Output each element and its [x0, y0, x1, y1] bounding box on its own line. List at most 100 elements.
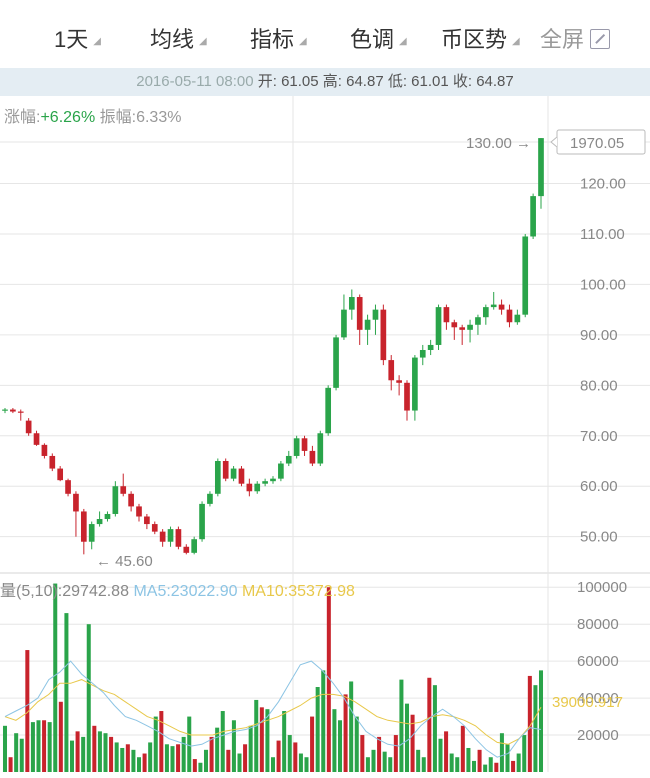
volume-bar — [282, 711, 287, 772]
candle-body — [514, 314, 521, 323]
volume-bar — [399, 679, 404, 772]
candle-body — [404, 382, 410, 411]
volume-bar — [159, 711, 164, 772]
volume-bar — [192, 759, 197, 772]
candle-body — [167, 529, 174, 542]
candle-body — [73, 493, 79, 512]
candle-body — [317, 433, 324, 464]
candle-body — [372, 309, 379, 320]
volume-bar — [371, 749, 376, 772]
volume-bar — [248, 725, 253, 772]
volume-bar — [81, 736, 86, 772]
candle-body — [341, 309, 347, 338]
price-tick-label: 70.00 — [580, 428, 618, 445]
price-tick-label: 120.00 — [580, 176, 626, 193]
kline-chart[interactable]: 50.00 60.00 70.00 80.00 90.00 100.00 110.00 120… — [0, 0, 650, 778]
volume-bar — [483, 764, 488, 772]
volume-bar — [365, 757, 370, 772]
volume-bar — [8, 757, 13, 772]
candle-body — [17, 411, 24, 413]
candle-body — [191, 539, 198, 553]
candle-body — [459, 327, 466, 330]
candle-body — [325, 387, 332, 434]
volume-bar — [321, 670, 326, 772]
candle-body — [80, 511, 87, 542]
volume-tick-label: 80000 — [577, 616, 619, 633]
volume-bar — [131, 749, 136, 772]
volume-current-label: 39000.917 — [552, 694, 623, 711]
volume-legend: 量(5,10):29742.88 MA5:23022.90 MA10:35372… — [0, 577, 355, 601]
candle-body — [120, 486, 127, 494]
candle-body — [530, 196, 536, 237]
volume-bar — [315, 687, 320, 772]
volume-bar — [243, 744, 248, 772]
volume-bar — [388, 757, 393, 772]
candle-body — [482, 307, 489, 318]
candle-body — [214, 461, 221, 494]
volume-bar — [449, 753, 454, 772]
candle-body — [270, 478, 276, 482]
volume-bar — [47, 722, 52, 772]
volume-bar — [187, 716, 192, 772]
volume-bar — [92, 725, 97, 772]
candle-body — [25, 420, 32, 434]
candle-body — [49, 455, 56, 469]
price-tick-label: 110.00 — [580, 226, 625, 243]
volume-bar — [30, 722, 35, 772]
volume-bar — [226, 749, 231, 772]
volume-bar — [103, 733, 108, 772]
candle-body — [262, 481, 268, 484]
candle-body — [238, 468, 245, 484]
candle-body — [285, 455, 292, 464]
high-box-pointer — [550, 136, 558, 148]
candles — [2, 138, 544, 555]
price-tick-label: 50.00 — [580, 529, 618, 546]
volume-legend-ma5: MA5:23022.90 — [133, 583, 238, 600]
volume-bar — [120, 747, 125, 772]
volume-bar — [198, 762, 203, 772]
candle-body — [88, 524, 95, 542]
volume-bar — [254, 699, 259, 772]
volume-bar — [488, 757, 493, 772]
candle-body — [65, 480, 71, 494]
candle-body — [490, 304, 497, 308]
candle-body — [498, 304, 505, 310]
volume-bar — [2, 725, 8, 772]
volume-tick-label: 20000 — [577, 727, 619, 744]
volume-bar — [53, 583, 58, 772]
volume-bar — [109, 736, 114, 772]
volume-bar — [332, 709, 337, 772]
volume-bar — [181, 736, 186, 772]
volume-bar — [382, 751, 387, 772]
volume-bar — [125, 744, 130, 772]
candle-body — [427, 344, 434, 350]
volume-bar — [86, 624, 91, 772]
volume-bar — [404, 703, 410, 772]
volume-bar — [444, 731, 449, 772]
candle-body — [522, 236, 529, 315]
volume-bar — [58, 701, 63, 772]
volume-bar — [64, 613, 69, 772]
price-tick-label: 100.00 — [580, 276, 626, 293]
volume-bar — [276, 740, 281, 772]
volume-bar — [377, 736, 382, 772]
volume-bar — [19, 738, 24, 772]
volume-bar — [393, 735, 398, 772]
candle-body — [309, 450, 316, 464]
volume-bar — [538, 670, 544, 772]
candle-body — [419, 350, 426, 358]
volume-bar — [97, 731, 102, 772]
volume-bar — [265, 709, 270, 772]
volume-bar — [259, 707, 264, 772]
volume-bar — [237, 753, 242, 772]
volume-bar — [354, 716, 359, 772]
candle-body — [254, 483, 261, 492]
volume-bar — [499, 733, 504, 772]
candle-body — [475, 317, 481, 325]
candle-body — [538, 138, 544, 197]
price-tick-label: 60.00 — [580, 478, 618, 495]
volume-bar — [460, 725, 465, 772]
candle-body — [2, 409, 8, 411]
volume-bar — [511, 760, 516, 772]
volume-bar — [69, 740, 75, 772]
